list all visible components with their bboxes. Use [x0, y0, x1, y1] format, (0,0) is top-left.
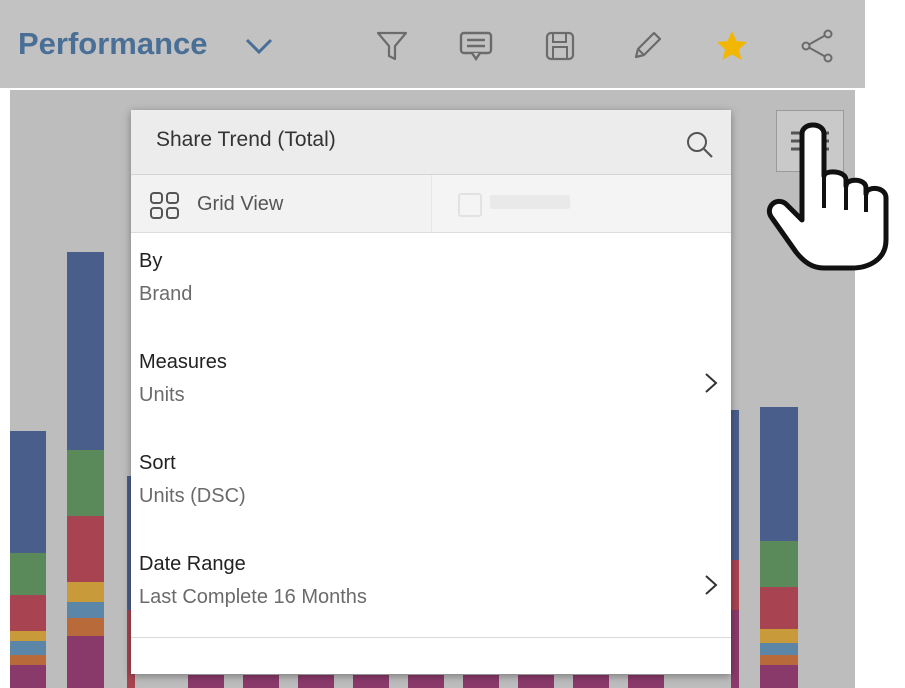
grid-view-icon [150, 192, 179, 219]
chevron-down-icon[interactable] [244, 36, 274, 56]
tab-chart-view[interactable] [431, 175, 731, 232]
bar-hidden-tops [188, 675, 664, 688]
dropdown-header: Share Trend (Total) [131, 110, 731, 175]
dropdown-item-by[interactable]: By Brand [131, 233, 731, 335]
dropdown-title: Share Trend (Total) [156, 128, 336, 151]
item-label: Measures [139, 351, 227, 373]
toolbar: Performance [0, 0, 865, 88]
item-value: Last Complete 16 Months [139, 586, 367, 608]
pencil-icon[interactable] [627, 26, 667, 66]
page-title[interactable]: Performance [18, 26, 208, 62]
save-icon[interactable] [540, 26, 580, 66]
bar-2 [67, 252, 104, 688]
search-icon[interactable] [685, 130, 715, 160]
comment-icon[interactable] [456, 26, 496, 66]
item-label: Date Range [139, 553, 246, 575]
item-value: Units (DSC) [139, 485, 246, 507]
item-value: Units [139, 384, 185, 406]
dropdown-item-measures[interactable]: Measures Units [131, 334, 731, 436]
item-label: Sort [139, 452, 176, 474]
tab-grid-view[interactable]: Grid View [197, 193, 283, 216]
star-icon[interactable] [712, 26, 752, 66]
chart-view-icon [458, 193, 482, 217]
dropdown-item-date-range[interactable]: Date Range Last Complete 16 Months [131, 536, 731, 638]
bar-12 [760, 407, 798, 688]
bar-11 [731, 410, 739, 688]
dropdown-item-sort[interactable]: Sort Units (DSC) [131, 435, 731, 537]
item-value: Brand [139, 283, 193, 305]
faded-tab-label [490, 195, 570, 209]
share-icon[interactable] [797, 26, 837, 66]
hand-pointer-icon [766, 122, 889, 271]
chevron-right-icon [705, 575, 718, 595]
chevron-right-icon [705, 373, 718, 393]
chart-settings-dropdown: Share Trend (Total) Grid View By Brand M… [131, 110, 731, 674]
view-tabs: Grid View [131, 175, 731, 233]
filter-icon[interactable] [372, 26, 412, 66]
bar-1 [10, 431, 46, 688]
item-label: By [139, 250, 163, 272]
